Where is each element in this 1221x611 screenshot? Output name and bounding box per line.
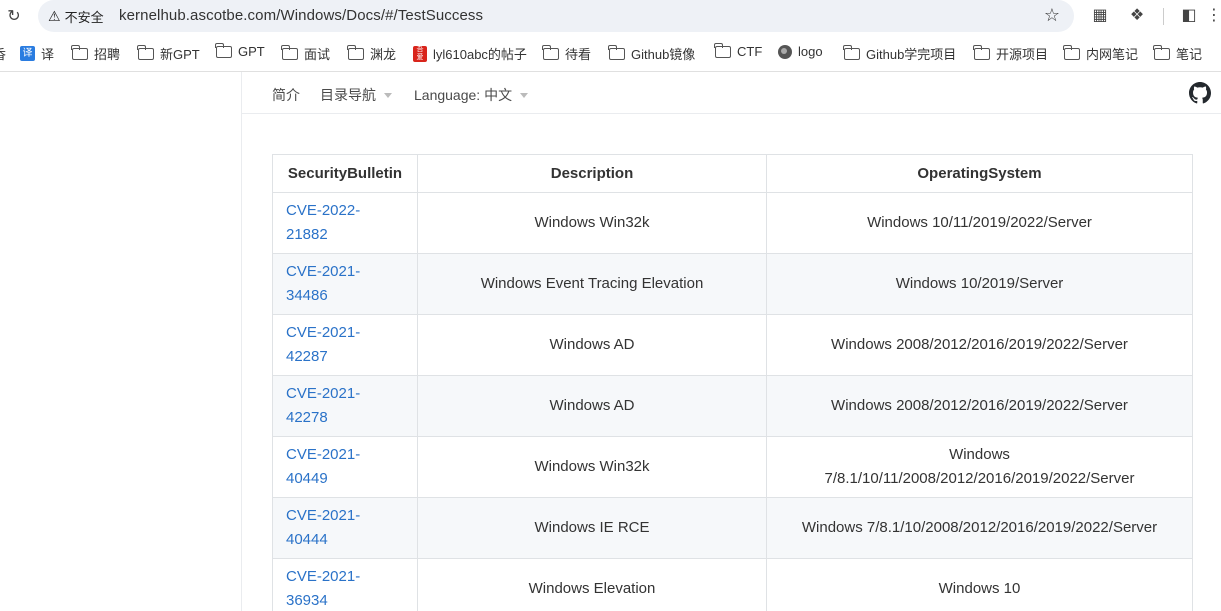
reload-icon[interactable]: ↻	[4, 7, 24, 27]
os-cell: Windows 10/2019/Server	[766, 253, 1193, 315]
forum-icon: 吾爱	[413, 45, 427, 62]
security-indicator[interactable]: ⚠ 不安全	[48, 7, 104, 26]
cve-link[interactable]: CVE-2021- 40449	[286, 446, 360, 487]
top-nav: 简介 目录导航 Language: 中文	[242, 72, 1221, 114]
caret-down-icon	[520, 92, 529, 98]
bookmark-item[interactable]: 面试	[281, 44, 330, 63]
column-header: Description	[417, 154, 767, 193]
folder-icon	[215, 42, 232, 58]
browser-toolbar: ↻ ⚠ 不安全 kernelhub.ascotbe.com/Windows/Do…	[0, 0, 1221, 34]
description-cell: Windows Elevation	[417, 558, 767, 611]
bookmark-item[interactable]: Github镜像	[608, 44, 695, 63]
cve-table: SecurityBulletin Description OperatingSy…	[272, 154, 1193, 611]
bookmark-item[interactable]: 译译	[20, 44, 54, 63]
bookmark-item[interactable]: 待看	[542, 44, 591, 63]
cve-cell: CVE-2021- 36934	[272, 558, 418, 611]
table-row: CVE-2021- 34486 Windows Event Tracing Ele…	[272, 253, 1193, 315]
nav-language-label: Language: 中文	[414, 87, 513, 103]
toolbar-divider	[1163, 8, 1164, 25]
cve-link[interactable]: CVE-2022- 21882	[286, 202, 360, 243]
folder-icon	[1063, 44, 1080, 60]
cve-cell: CVE-2021- 40449	[272, 436, 418, 498]
table-row: CVE-2021- 42278 Windows AD Windows 2008/2…	[272, 375, 1193, 437]
table-row: CVE-2021- 40449 Windows Win32k Windows 7/8…	[272, 436, 1193, 498]
folder-icon	[1153, 44, 1170, 60]
description-cell: Windows Win32k	[417, 436, 767, 498]
column-header: OperatingSystem	[766, 154, 1193, 193]
bookmark-item[interactable]: 渊龙	[347, 44, 396, 63]
cve-link[interactable]: CVE-2021- 42287	[286, 324, 360, 365]
cve-cell: CVE-2021- 42278	[272, 375, 418, 437]
bookmark-item[interactable]: 招聘	[71, 44, 120, 63]
table-row: CVE-2022- 21882 Windows Win32k Windows 10…	[272, 192, 1193, 254]
folder-icon	[347, 44, 364, 60]
github-icon[interactable]	[1189, 82, 1211, 104]
folder-icon	[843, 44, 860, 60]
menu-icon[interactable]: ⋮	[1204, 6, 1221, 26]
cve-cell: CVE-2021- 40444	[272, 497, 418, 559]
folder-icon	[542, 44, 559, 60]
nav-toc-dropdown[interactable]: 目录导航	[320, 85, 392, 105]
bookmarks-bar: 香 译译 招聘 新GPT GPT 面试 渊龙 吾爱lyl610abc的帖子 待看…	[0, 34, 1221, 72]
table-row: CVE-2021- 40444 Windows IE RCE Windows 7/…	[272, 497, 1193, 559]
bookmark-item[interactable]: 开源项目	[973, 44, 1048, 63]
os-cell: Windows 7/8.1/10/11/2008/2012/2016/2019/2…	[766, 436, 1193, 498]
cve-link[interactable]: CVE-2021- 36934	[286, 568, 360, 609]
cve-cell: CVE-2022- 21882	[272, 192, 418, 254]
description-cell: Windows Event Tracing Elevation	[417, 253, 767, 315]
address-bar[interactable]: ⚠ 不安全 kernelhub.ascotbe.com/Windows/Docs…	[38, 0, 1074, 32]
bookmark-item[interactable]: Github学完项目	[843, 44, 956, 63]
folder-icon	[281, 44, 298, 60]
folder-icon	[973, 44, 990, 60]
side-panel-icon[interactable]: ◧	[1179, 6, 1199, 26]
os-cell: Windows 7/8.1/10/2008/2012/2016/2019/202…	[766, 497, 1193, 559]
description-cell: Windows IE RCE	[417, 497, 767, 559]
column-header: SecurityBulletin	[272, 154, 418, 193]
description-cell: Windows Win32k	[417, 192, 767, 254]
caret-down-icon	[384, 92, 392, 98]
os-cell: Windows 2008/2012/2016/2019/2022/Server	[766, 375, 1193, 437]
bookmark-partial[interactable]: 香	[0, 44, 6, 63]
bookmark-item[interactable]: CTF	[714, 42, 762, 59]
os-cell: Windows 10	[766, 558, 1193, 611]
extensions-icon[interactable]: ❖	[1127, 6, 1147, 26]
globe-icon	[778, 44, 792, 59]
bookmark-item[interactable]: 吾爱 lyl610abc的帖子	[413, 44, 527, 63]
warning-icon: ⚠	[48, 8, 61, 24]
os-cell: Windows 2008/2012/2016/2019/2022/Server	[766, 314, 1193, 376]
bookmark-item[interactable]: 新GPT	[137, 44, 200, 63]
nav-intro-link[interactable]: 简介	[272, 85, 300, 105]
bookmark-item[interactable]: logo	[778, 44, 823, 59]
nav-language-dropdown[interactable]: Language: 中文	[414, 85, 529, 105]
cve-link[interactable]: CVE-2021- 34486	[286, 263, 360, 304]
table-header-row: SecurityBulletin Description OperatingSy…	[272, 154, 1193, 193]
os-cell: Windows 10/11/2019/2022/Server	[766, 192, 1193, 254]
cve-cell: CVE-2021- 42287	[272, 314, 418, 376]
cve-link[interactable]: CVE-2021- 40444	[286, 507, 360, 548]
description-cell: Windows AD	[417, 375, 767, 437]
table-row: CVE-2021- 42287 Windows AD Windows 2008/2…	[272, 314, 1193, 376]
bookmark-star-icon[interactable]: ☆	[1044, 5, 1060, 26]
folder-icon	[71, 44, 88, 60]
table-row: CVE-2021- 36934 Windows Elevation Windows…	[272, 558, 1193, 611]
qr-code-icon[interactable]: ▦	[1090, 6, 1110, 26]
folder-icon	[137, 44, 154, 60]
bookmark-item[interactable]: GPT	[215, 42, 265, 59]
url-text[interactable]: kernelhub.ascotbe.com/Windows/Docs/#/Tes…	[119, 7, 483, 24]
description-cell: Windows AD	[417, 314, 767, 376]
cve-link[interactable]: CVE-2021- 42278	[286, 385, 360, 426]
nav-toc-label: 目录导航	[320, 87, 376, 103]
sidebar	[0, 72, 242, 611]
bookmark-item[interactable]: 笔记	[1153, 44, 1202, 63]
bookmark-item[interactable]: 内网笔记	[1063, 44, 1138, 63]
translate-icon: 译	[20, 46, 35, 61]
security-label: 不安全	[64, 10, 104, 25]
folder-icon	[714, 42, 731, 58]
folder-icon	[608, 44, 625, 60]
cve-cell: CVE-2021- 34486	[272, 253, 418, 315]
